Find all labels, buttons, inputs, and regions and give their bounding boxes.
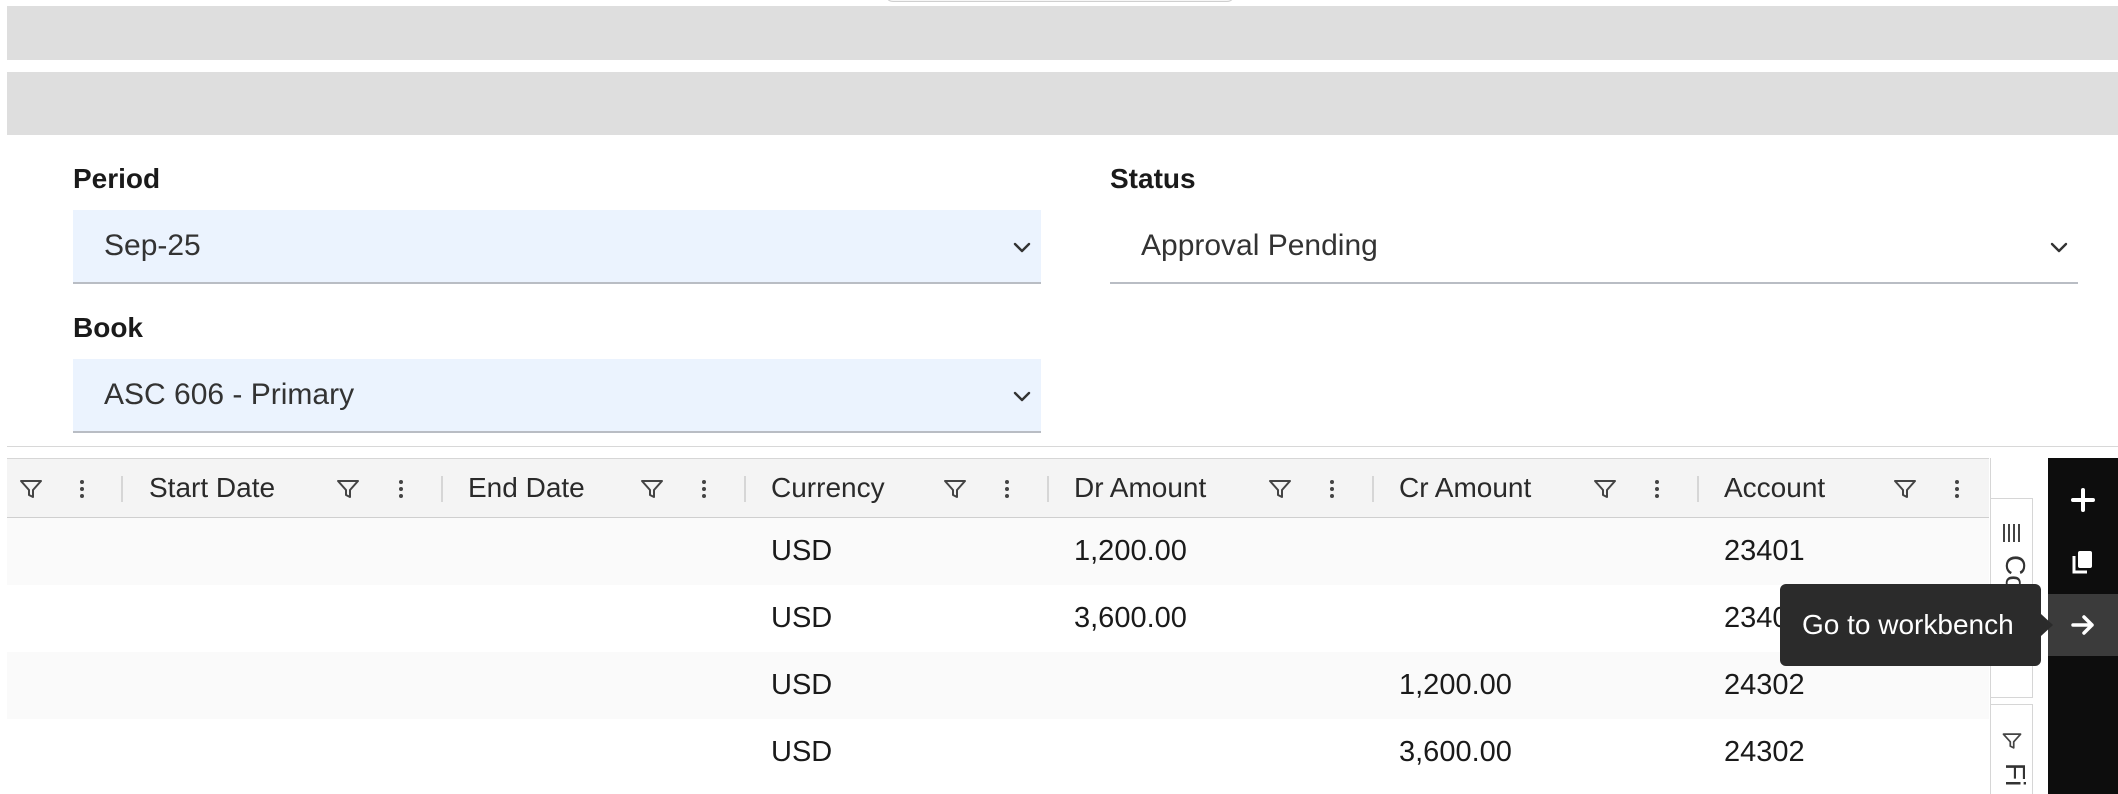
filter-icon <box>2002 733 2022 749</box>
period-select[interactable]: Sep-25 <box>73 210 1041 284</box>
cell-currency: USD <box>771 669 833 701</box>
column-separator[interactable] <box>1372 476 1374 502</box>
grid-header: Start Date End Date Currency Dr Amount C… <box>7 458 1989 518</box>
table-row[interactable]: USD 3,600.00 24302 <box>7 719 1989 786</box>
column-header-dr-amount[interactable]: Dr Amount <box>1074 459 1206 517</box>
cell-dr-amount: 3,600.00 <box>1074 602 1187 634</box>
column-separator[interactable] <box>441 476 443 502</box>
filter-icon[interactable] <box>638 475 666 503</box>
filter-icon[interactable] <box>1891 475 1919 503</box>
column-header-start-date[interactable]: Start Date <box>149 459 275 517</box>
status-value: Approval Pending <box>1141 229 1378 262</box>
columns-icon <box>2003 524 2020 542</box>
panel-drag-handle[interactable] <box>885 0 1235 2</box>
filter-icon[interactable] <box>334 475 362 503</box>
chevron-down-icon <box>1013 242 1031 253</box>
copy-button[interactable] <box>2048 531 2118 593</box>
column-header-currency[interactable]: Currency <box>771 459 885 517</box>
column-menu-icon[interactable] <box>68 475 96 503</box>
column-separator[interactable] <box>1047 476 1049 502</box>
filter-icon[interactable] <box>17 475 45 503</box>
column-menu-icon[interactable] <box>1943 475 1971 503</box>
tooltip-text: Go to workbench <box>1802 609 2014 640</box>
book-label: Book <box>73 312 143 343</box>
cell-currency: USD <box>771 736 833 768</box>
arrow-right-icon <box>2071 615 2094 635</box>
period-label: Period <box>73 163 161 194</box>
add-button[interactable] <box>2048 469 2118 531</box>
status-select[interactable]: Approval Pending <box>1110 210 2078 284</box>
book-value: ASC 606 - Primary <box>104 378 355 411</box>
filter-icon[interactable] <box>1591 475 1619 503</box>
chevron-down-icon <box>1013 391 1031 402</box>
header-bar <box>7 6 2118 60</box>
cell-dr-amount: 1,200.00 <box>1074 535 1187 567</box>
status-label: Status <box>1110 163 1196 194</box>
copy-icon <box>2072 551 2092 574</box>
filter-icon[interactable] <box>941 475 969 503</box>
filters-tab-label: Fi <box>2000 763 2031 787</box>
cell-account: 24302 <box>1724 736 1805 768</box>
column-header-cr-amount[interactable]: Cr Amount <box>1399 459 1531 517</box>
period-value: Sep-25 <box>104 229 201 262</box>
column-separator[interactable] <box>121 476 123 502</box>
column-separator[interactable] <box>744 476 746 502</box>
workbench-tooltip: Go to workbench <box>1780 584 2053 666</box>
column-menu-icon[interactable] <box>387 475 415 503</box>
cell-currency: USD <box>771 602 833 634</box>
book-select[interactable]: ASC 606 - Primary <box>73 359 1041 433</box>
table-row[interactable]: USD 1,200.00 24302 <box>7 652 1989 719</box>
app-root: Period Sep-25 Status Approval Pending Bo… <box>0 0 2118 794</box>
column-menu-icon[interactable] <box>1318 475 1346 503</box>
cell-cr-amount: 3,600.00 <box>1399 736 1512 768</box>
cell-cr-amount: 1,200.00 <box>1399 669 1512 701</box>
chevron-down-icon <box>2050 242 2068 253</box>
column-menu-icon[interactable] <box>690 475 718 503</box>
tooltip-arrow <box>2041 614 2053 636</box>
filters-tab[interactable]: Fi <box>1991 704 2033 794</box>
filter-form: Period Sep-25 Status Approval Pending Bo… <box>7 135 2118 447</box>
column-header-account[interactable]: Account <box>1724 459 1825 517</box>
column-menu-icon[interactable] <box>1643 475 1671 503</box>
plus-icon <box>2071 488 2095 512</box>
action-toolbar <box>2048 458 2118 794</box>
table-row[interactable]: USD 3,600.00 23401 <box>7 585 1989 652</box>
column-header-end-date[interactable]: End Date <box>468 459 585 517</box>
journal-lines-grid: Start Date End Date Currency Dr Amount C… <box>7 458 1989 794</box>
column-separator[interactable] <box>1697 476 1699 502</box>
go-to-workbench-button[interactable] <box>2048 594 2118 656</box>
table-row[interactable]: USD 1,200.00 23401 <box>7 518 1989 585</box>
cell-currency: USD <box>771 535 833 567</box>
cell-account: 23401 <box>1724 535 1805 567</box>
column-menu-icon[interactable] <box>993 475 1021 503</box>
section-header-bar <box>7 72 2118 135</box>
filter-icon[interactable] <box>1266 475 1294 503</box>
